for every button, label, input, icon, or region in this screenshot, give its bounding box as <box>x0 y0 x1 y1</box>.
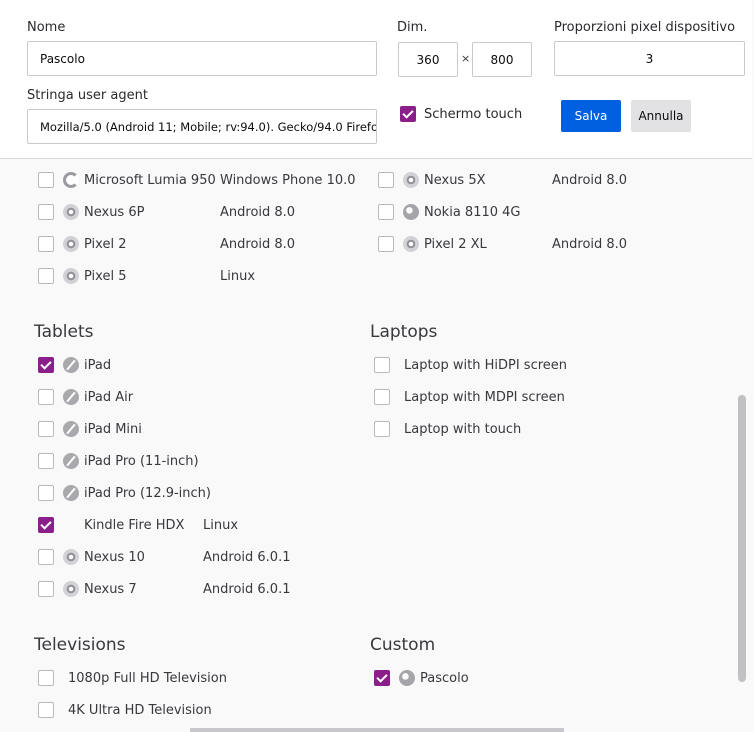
device-os: Android 6.0.1 <box>203 549 291 565</box>
device-os: Android 8.0 <box>552 172 628 188</box>
ua-label: Stringa user agent <box>27 88 148 103</box>
chrome-icon <box>403 172 419 188</box>
firefox-icon <box>403 204 419 220</box>
save-button[interactable]: Salva <box>561 100 621 132</box>
device-name: iPad Air <box>84 389 134 405</box>
device-os: Linux <box>203 517 239 533</box>
device-os: Android 8.0 <box>220 236 296 252</box>
device-checkbox[interactable] <box>374 421 390 437</box>
device-name: iPad Pro (12.9-inch) <box>84 485 211 501</box>
safari-icon <box>63 421 79 437</box>
device-checkbox[interactable] <box>38 357 54 373</box>
device-checkbox[interactable] <box>38 204 54 220</box>
chrome-icon <box>63 549 79 565</box>
device-checkbox[interactable] <box>374 357 390 373</box>
device-name: 4K Ultra HD Television <box>68 702 212 718</box>
device-name: Laptop with touch <box>404 421 522 437</box>
device-os: Android 8.0 <box>220 204 296 220</box>
custom-device-form: Nome Pascolo Dim. 360 × 800 Proporzioni … <box>0 0 752 159</box>
times-sign: × <box>461 52 471 65</box>
device-name: Nexus 7 <box>84 581 137 597</box>
device-checkbox[interactable] <box>374 389 390 405</box>
device-checkbox[interactable] <box>378 204 394 220</box>
device-checkbox[interactable] <box>38 268 54 284</box>
device-checkbox[interactable] <box>38 421 54 437</box>
device-name: Pixel 2 <box>84 236 127 252</box>
device-name: iPad Pro (11-inch) <box>84 453 199 469</box>
device-os: Android 8.0 <box>552 236 628 252</box>
size-label: Dim. <box>397 20 428 35</box>
device-checkbox[interactable] <box>38 485 54 501</box>
touch-checkbox[interactable] <box>400 106 416 122</box>
section-title-televisions: Televisions <box>34 635 126 655</box>
touch-label: Schermo touch <box>424 106 523 122</box>
device-name: Pixel 5 <box>84 268 127 284</box>
device-os: Linux <box>220 268 256 284</box>
device-name: Nexus 10 <box>84 549 145 565</box>
name-input[interactable]: Pascolo <box>27 41 377 76</box>
touch-toggle[interactable]: Schermo touch <box>400 106 522 122</box>
vertical-scrollbar[interactable] <box>738 395 746 682</box>
device-checkbox[interactable] <box>38 389 54 405</box>
device-name: Kindle Fire HDX <box>84 517 185 533</box>
device-checkbox[interactable] <box>38 453 54 469</box>
safari-icon <box>63 485 79 501</box>
section-title-tablets: Tablets <box>34 322 94 342</box>
edge-icon <box>63 172 79 188</box>
firefox-icon <box>399 670 415 686</box>
device-checkbox[interactable] <box>378 236 394 252</box>
device-name: Pascolo <box>420 670 469 686</box>
device-name: Pixel 2 XL <box>424 236 487 252</box>
chrome-icon <box>403 236 419 252</box>
device-name: iPad <box>84 357 112 373</box>
device-checkbox[interactable] <box>38 517 54 533</box>
device-name: Microsoft Lumia 950 <box>84 172 216 188</box>
dpr-label: Proporzioni pixel dispositivo <box>554 20 736 35</box>
device-name: iPad Mini <box>84 421 142 437</box>
ua-input[interactable]: Mozilla/5.0 (Android 11; Mobile; rv:94.0… <box>27 109 377 144</box>
horizontal-scrollbar[interactable] <box>190 728 564 732</box>
device-checkbox[interactable] <box>38 581 54 597</box>
width-input[interactable]: 360 <box>398 42 458 77</box>
chrome-icon <box>63 268 79 284</box>
device-name: Laptop with MDPI screen <box>404 389 565 405</box>
device-name: Nexus 5X <box>424 172 486 188</box>
chrome-icon <box>63 236 79 252</box>
device-checkbox[interactable] <box>38 236 54 252</box>
section-title-custom: Custom <box>370 635 436 655</box>
device-os: Android 6.0.1 <box>203 581 291 597</box>
safari-icon <box>63 357 79 373</box>
chrome-icon <box>63 581 79 597</box>
safari-icon <box>63 389 79 405</box>
device-checkbox[interactable] <box>38 172 54 188</box>
device-checkbox[interactable] <box>374 670 390 686</box>
device-checkbox[interactable] <box>378 172 394 188</box>
device-checkbox[interactable] <box>38 549 54 565</box>
device-name: Nexus 6P <box>84 204 145 220</box>
dpr-input[interactable]: 3 <box>554 41 745 76</box>
device-checkbox[interactable] <box>38 670 54 686</box>
cancel-button[interactable]: Annulla <box>631 100 691 132</box>
device-name: 1080p Full HD Television <box>68 670 227 686</box>
chrome-icon <box>63 204 79 220</box>
device-checkbox[interactable] <box>38 702 54 718</box>
section-title-laptops: Laptops <box>370 322 438 342</box>
safari-icon <box>63 453 79 469</box>
name-label: Nome <box>27 20 66 35</box>
device-name: Laptop with HiDPI screen <box>404 357 568 373</box>
height-input[interactable]: 800 <box>472 42 532 77</box>
device-name: Nokia 8110 4G <box>424 204 521 220</box>
device-os: Windows Phone 10.0 <box>220 172 356 188</box>
